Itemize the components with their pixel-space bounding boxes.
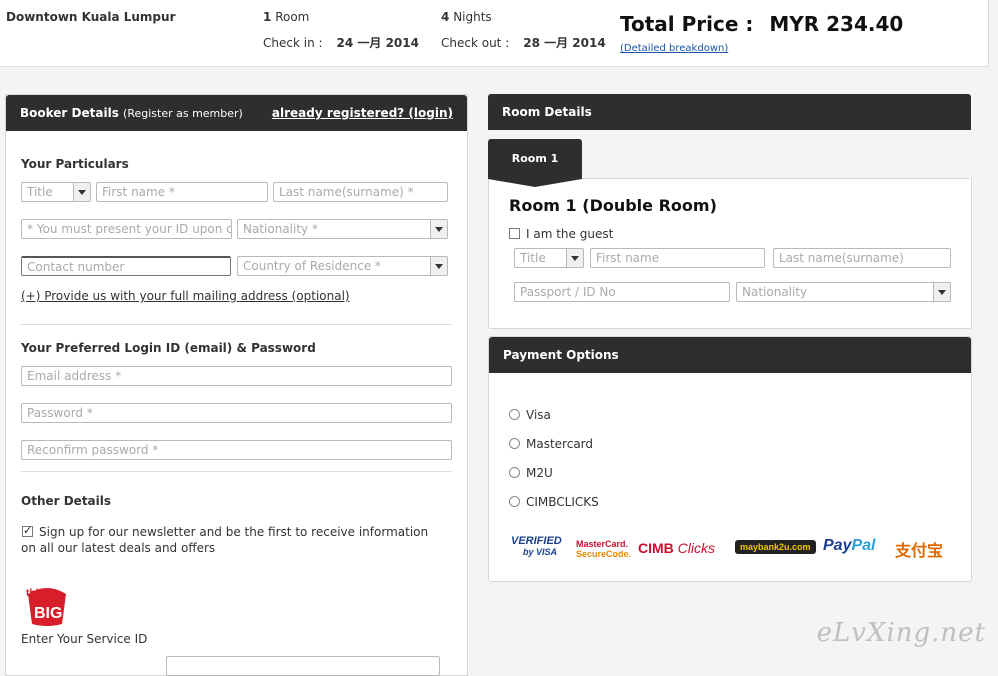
guest-nationality-select[interactable]: Nationality [736,282,951,302]
guest-checkbox[interactable] [509,228,520,239]
radio-mastercard[interactable] [509,438,520,449]
password-input[interactable]: Password * [21,403,452,423]
reconfirm-password-input[interactable]: Reconfirm password * [21,440,452,460]
maybank2u-logo: maybank2u.com [735,540,816,554]
particulars-title: Your Particulars [21,157,129,171]
newsletter-label: Sign up for our newsletter and be the fi… [21,525,429,555]
svg-text:BIG: BIG [34,605,62,622]
hotel-name: Downtown Kuala Lumpur [6,10,176,24]
guest-last-name-input[interactable]: Last name(surname) [773,248,951,268]
chevron-down-icon [73,183,90,201]
radio-visa[interactable] [509,409,520,420]
total-price: Total Price : MYR 234.40 [620,12,904,36]
booker-contact-input[interactable]: Contact number [21,256,231,276]
section-divider [21,471,452,472]
radio-m2u[interactable] [509,467,520,478]
booker-first-name-input[interactable]: First name * [96,182,268,202]
guest-checkbox-label: I am the guest [526,227,614,241]
service-id-label: Enter Your Service ID [21,632,148,646]
booking-summary-bar: Downtown Kuala Lumpur 1 Room 4 Nights Ch… [0,0,989,67]
chevron-down-icon [430,220,447,238]
room-details-header: Room Details [488,94,971,130]
guest-first-name-input[interactable]: First name [590,248,765,268]
service-id-input[interactable] [166,656,440,676]
tab-room-1[interactable]: Room 1 [488,139,582,187]
radio-cimbclicks[interactable] [509,496,520,507]
booker-title-select[interactable]: Title [21,182,91,202]
mailing-address-link[interactable]: (+) Provide us with your full mailing ad… [21,289,350,303]
booker-nationality-select[interactable]: Nationality * [237,219,448,239]
booker-details-header: Booker Details (Register as member) alre… [6,95,467,131]
chevron-down-icon [430,257,447,275]
booker-id-input[interactable]: * You must present your ID upon ch [21,219,232,239]
radio-m2u-label: M2U [526,466,553,480]
login-section-title: Your Preferred Login ID (email) & Passwo… [21,341,316,355]
booker-details-panel: Booker Details (Register as member) alre… [5,94,468,676]
other-details-title: Other Details [21,494,112,508]
verified-by-visa-logo: VERIFIED by VISA [511,535,562,558]
booker-last-name-input[interactable]: Last name(surname) * [273,182,448,202]
radio-visa-label: Visa [526,408,551,422]
payment-options-panel: Payment Options Visa Mastercard M2U CIMB… [488,336,972,582]
detailed-breakdown-link[interactable]: (Detailed breakdown) [620,43,728,54]
guest-title-select[interactable]: Title [514,248,584,268]
checkin-date: Check in :24 一月 2014 [263,36,419,50]
guest-passport-input[interactable]: Passport / ID No [514,282,730,302]
radio-cimbclicks-label: CIMBCLICKS [526,495,599,509]
room-details-panel: Room Details Room 1 Room 1 (Double Room)… [488,94,972,329]
booker-country-select[interactable]: Country of Residence * [237,256,448,276]
thinkbig-logo: think BIG [22,584,72,628]
chevron-down-icon [566,249,583,267]
email-input[interactable]: Email address * [21,366,452,386]
svg-text:think: think [26,588,50,599]
chevron-down-icon [933,283,950,301]
section-divider [21,324,452,325]
login-link[interactable]: already registered? (login) [272,95,453,131]
checkout-date: Check out :28 一月 2014 [441,36,606,50]
alipay-logo: 支付宝 [895,541,944,560]
watermark: eLvXing.net [816,618,986,648]
cimb-clicks-logo: CIMB Clicks [638,540,716,556]
room-title: Room 1 (Double Room) [509,196,717,215]
rooms-summary: 1 Room [263,10,310,24]
paypal-logo: PayPal [823,537,876,554]
nights-summary: 4 Nights [441,10,492,24]
radio-mastercard-label: Mastercard [526,437,594,451]
mastercard-securecode-logo: MasterCard. SecureCode. [576,539,632,559]
payment-options-header: Payment Options [489,337,971,373]
